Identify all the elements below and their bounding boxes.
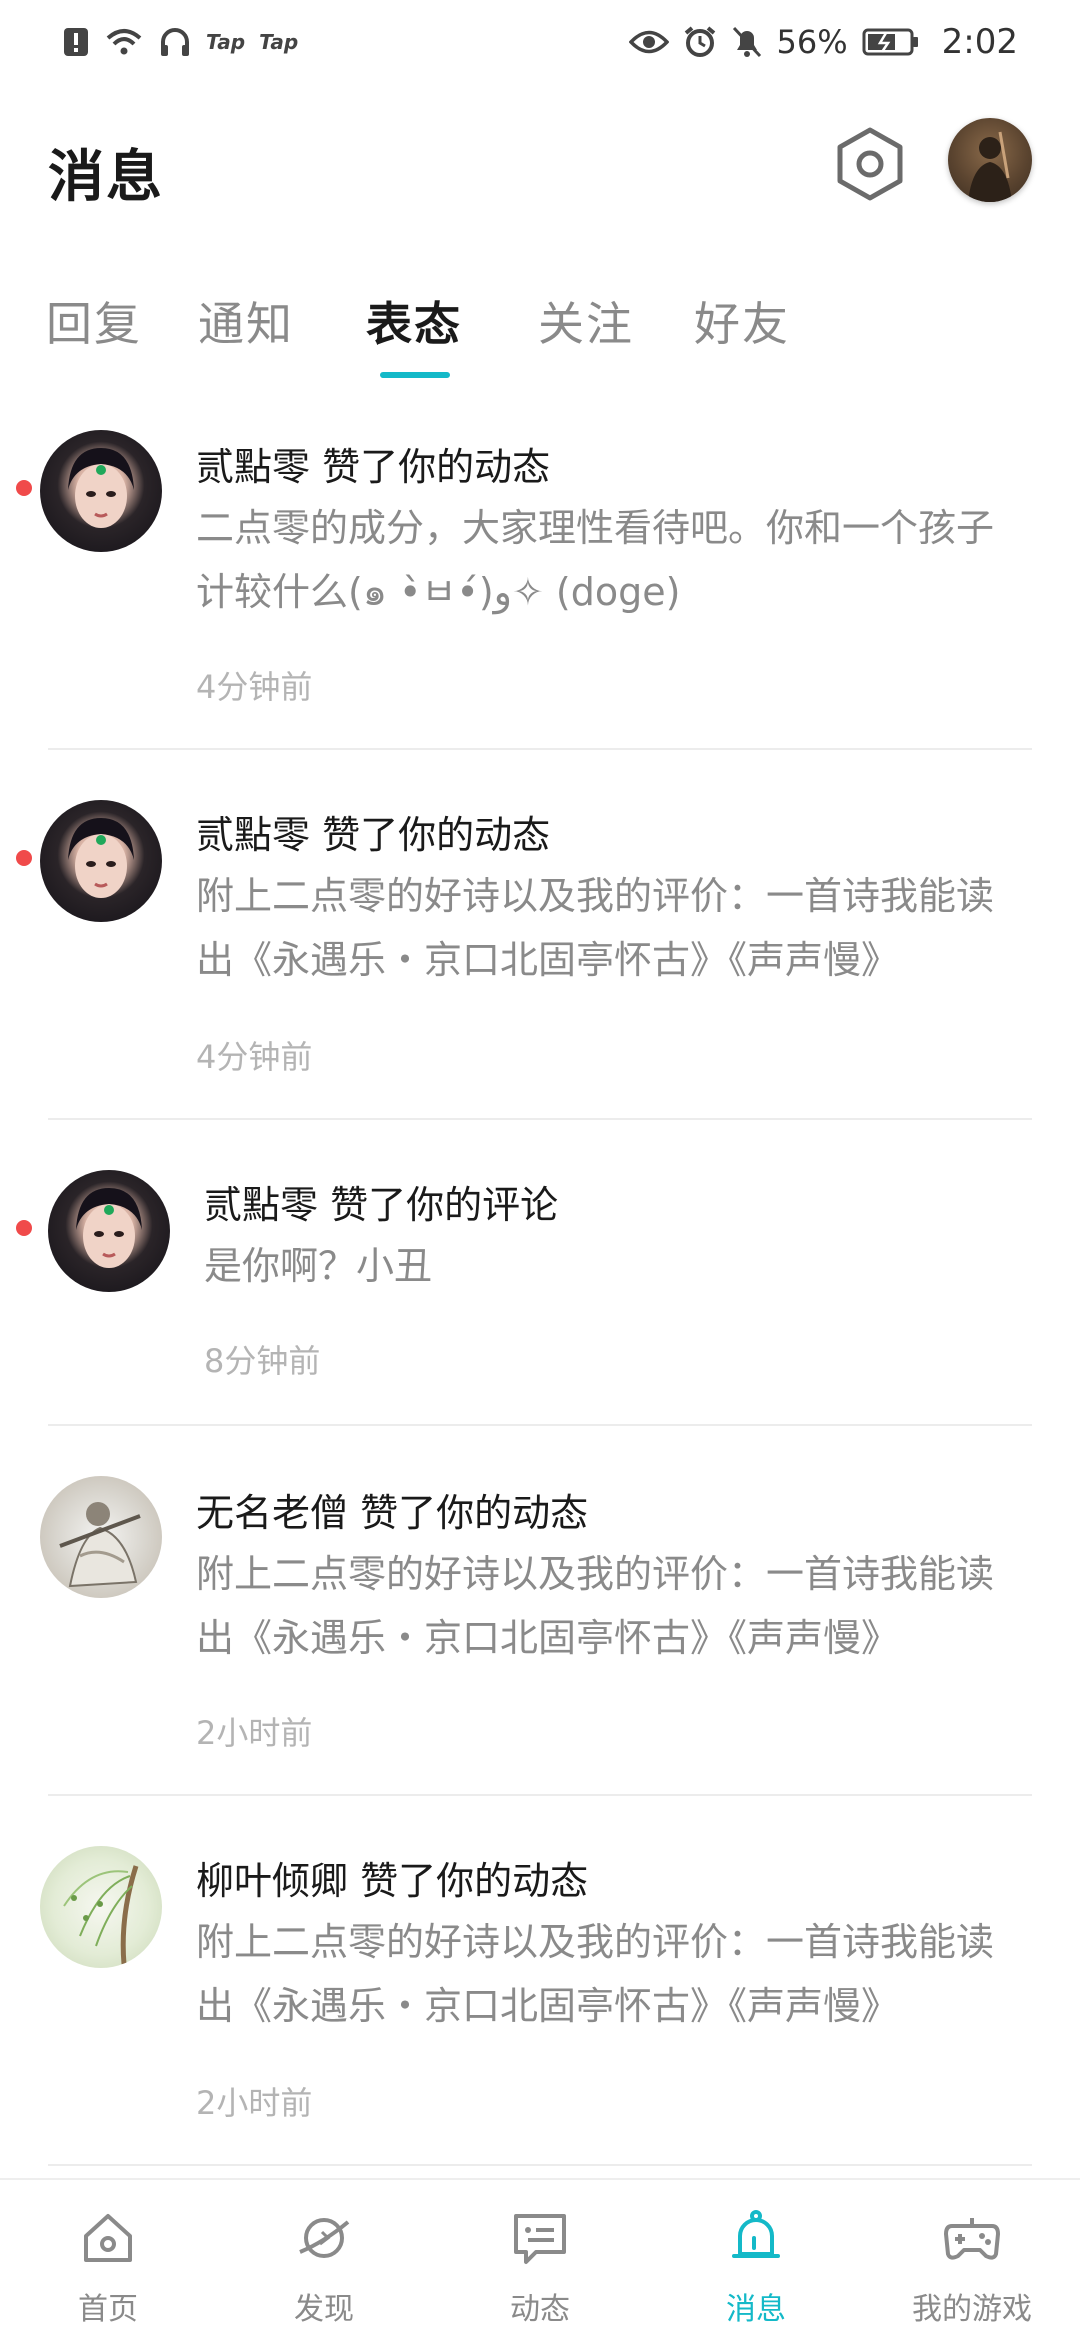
divider [48, 1424, 1032, 1426]
mute-bell-icon [732, 26, 761, 58]
unread-dot [16, 480, 32, 496]
tab-reply[interactable]: 回复 [46, 288, 142, 354]
messages-page: Tap Tap 56% 2:02 消息 回复 通知 表态 关注 好友 贰點零 赞… [0, 0, 1080, 2340]
tab-notifications[interactable]: 通知 [198, 288, 294, 354]
alert-icon [64, 28, 88, 56]
divider [48, 1118, 1032, 1120]
avatar-figure [968, 131, 1012, 202]
avatar-portrait [59, 1502, 141, 1588]
page-title: 消息 [48, 145, 164, 210]
nav-feed-label: 动态 [510, 2292, 570, 2327]
status-bar-left: Tap Tap [62, 26, 298, 58]
message-time: 2小时前 [196, 2084, 313, 2122]
wifi-icon [106, 29, 142, 55]
list-item[interactable]: 无名老僧 赞了你的动态 附上二点零的好诗以及我的评价：一首诗我能读出《永遇乐・京… [0, 1446, 1080, 1816]
list-item[interactable]: 贰點零 赞了你的评论 是你啊？小丑 8分钟前 [0, 1140, 1080, 1446]
user-avatar[interactable] [948, 118, 1032, 202]
list-item[interactable]: 贰點零 赞了你的动态 附上二点零的好诗以及我的评价：一首诗我能读出《永遇乐・京口… [0, 770, 1080, 1140]
taptap-badge-2: Tap [259, 30, 299, 54]
message-tabs: 回复 通知 表态 关注 好友 [0, 280, 1080, 390]
message-time: 4分钟前 [196, 668, 313, 706]
discover-planet-icon [299, 2218, 350, 2258]
bottom-nav: 首页 发现 动态 消息 我的游戏 [0, 2178, 1080, 2340]
divider [48, 2164, 1032, 2166]
active-tab-indicator [380, 372, 450, 378]
avatar[interactable] [40, 430, 162, 552]
nav-my-games-label: 我的游戏 [912, 2292, 1032, 2327]
message-body: 附上二点零的好诗以及我的评价：一首诗我能读出《永遇乐・京口北固亭怀古》《声声慢》 [196, 1552, 995, 1660]
message-list: 贰點零 赞了你的动态 二点零的成分，大家理性看待吧。你和一个孩子计较什么(๑ •… [0, 400, 1080, 2186]
unread-dot [16, 850, 32, 866]
clock: 2:02 [941, 22, 1018, 62]
tab-reactions[interactable]: 表态 [366, 288, 462, 354]
list-item[interactable]: 贰點零 赞了你的动态 二点零的成分，大家理性看待吧。你和一个孩子计较什么(๑ •… [0, 400, 1080, 770]
header: 消息 [0, 110, 1080, 230]
nav-my-games[interactable]: 我的游戏 [864, 2180, 1080, 2340]
settings-hex-icon [837, 127, 903, 201]
divider [48, 1794, 1032, 1796]
nav-feed[interactable]: 动态 [432, 2180, 648, 2340]
eye-icon [628, 30, 669, 54]
bell-icon [732, 2210, 780, 2258]
message-title: 贰點零 赞了你的评论 [204, 1183, 559, 1227]
message-title: 无名老僧 赞了你的动态 [196, 1491, 589, 1535]
avatar[interactable] [40, 1476, 162, 1598]
unread-dot [16, 1220, 32, 1236]
message-time: 8分钟前 [204, 1342, 321, 1380]
message-title: 贰點零 赞了你的动态 [196, 813, 551, 857]
tab-friends[interactable]: 好友 [694, 288, 790, 354]
feed-chat-icon [514, 2214, 566, 2264]
settings-button[interactable] [830, 124, 910, 204]
avatar-portrait [63, 1865, 139, 1965]
nav-home-label: 首页 [78, 2292, 138, 2327]
nav-home[interactable]: 首页 [0, 2180, 216, 2340]
avatar-portrait [76, 1188, 142, 1268]
battery-percent: 56% [776, 23, 848, 61]
status-bar: Tap Tap 56% 2:02 [0, 0, 1080, 84]
list-item[interactable]: 柳叶倾卿 赞了你的动态 附上二点零的好诗以及我的评价：一首诗我能读出《永遇乐・京… [0, 1816, 1080, 2186]
message-time: 4分钟前 [196, 1038, 313, 1076]
message-title: 柳叶倾卿 赞了你的动态 [196, 1859, 589, 1903]
message-title: 贰點零 赞了你的动态 [196, 445, 551, 489]
message-body: 附上二点零的好诗以及我的评价：一首诗我能读出《永遇乐・京口北固亭怀古》《声声慢》 [196, 874, 995, 982]
tab-following[interactable]: 关注 [538, 288, 634, 354]
status-bar-right: 56% 2:02 [628, 22, 1018, 62]
battery-icon [862, 28, 918, 56]
avatar-portrait [68, 818, 134, 898]
alarm-icon [684, 26, 715, 57]
avatar[interactable] [48, 1170, 170, 1292]
avatar-portrait [68, 448, 134, 528]
avatar[interactable] [40, 800, 162, 922]
message-body: 二点零的成分，大家理性看待吧。你和一个孩子计较什么(๑ •̀ㅂ•́)و✧ (do… [196, 506, 995, 614]
nav-messages[interactable]: 消息 [648, 2180, 864, 2340]
divider [48, 748, 1032, 750]
message-body: 是你啊？小丑 [204, 1244, 433, 1288]
nav-discover-label: 发现 [294, 2292, 354, 2327]
gamepad-icon [944, 2218, 1000, 2260]
nav-messages-label: 消息 [726, 2292, 786, 2327]
message-time: 2小时前 [196, 1714, 313, 1752]
taptap-badge-1: Tap [206, 30, 246, 54]
message-body: 附上二点零的好诗以及我的评价：一首诗我能读出《永遇乐・京口北固亭怀古》《声声慢》 [196, 1920, 995, 2028]
nav-discover[interactable]: 发现 [216, 2180, 432, 2340]
home-icon [84, 2214, 132, 2262]
avatar[interactable] [40, 1846, 162, 1968]
headphones-icon [161, 28, 189, 56]
